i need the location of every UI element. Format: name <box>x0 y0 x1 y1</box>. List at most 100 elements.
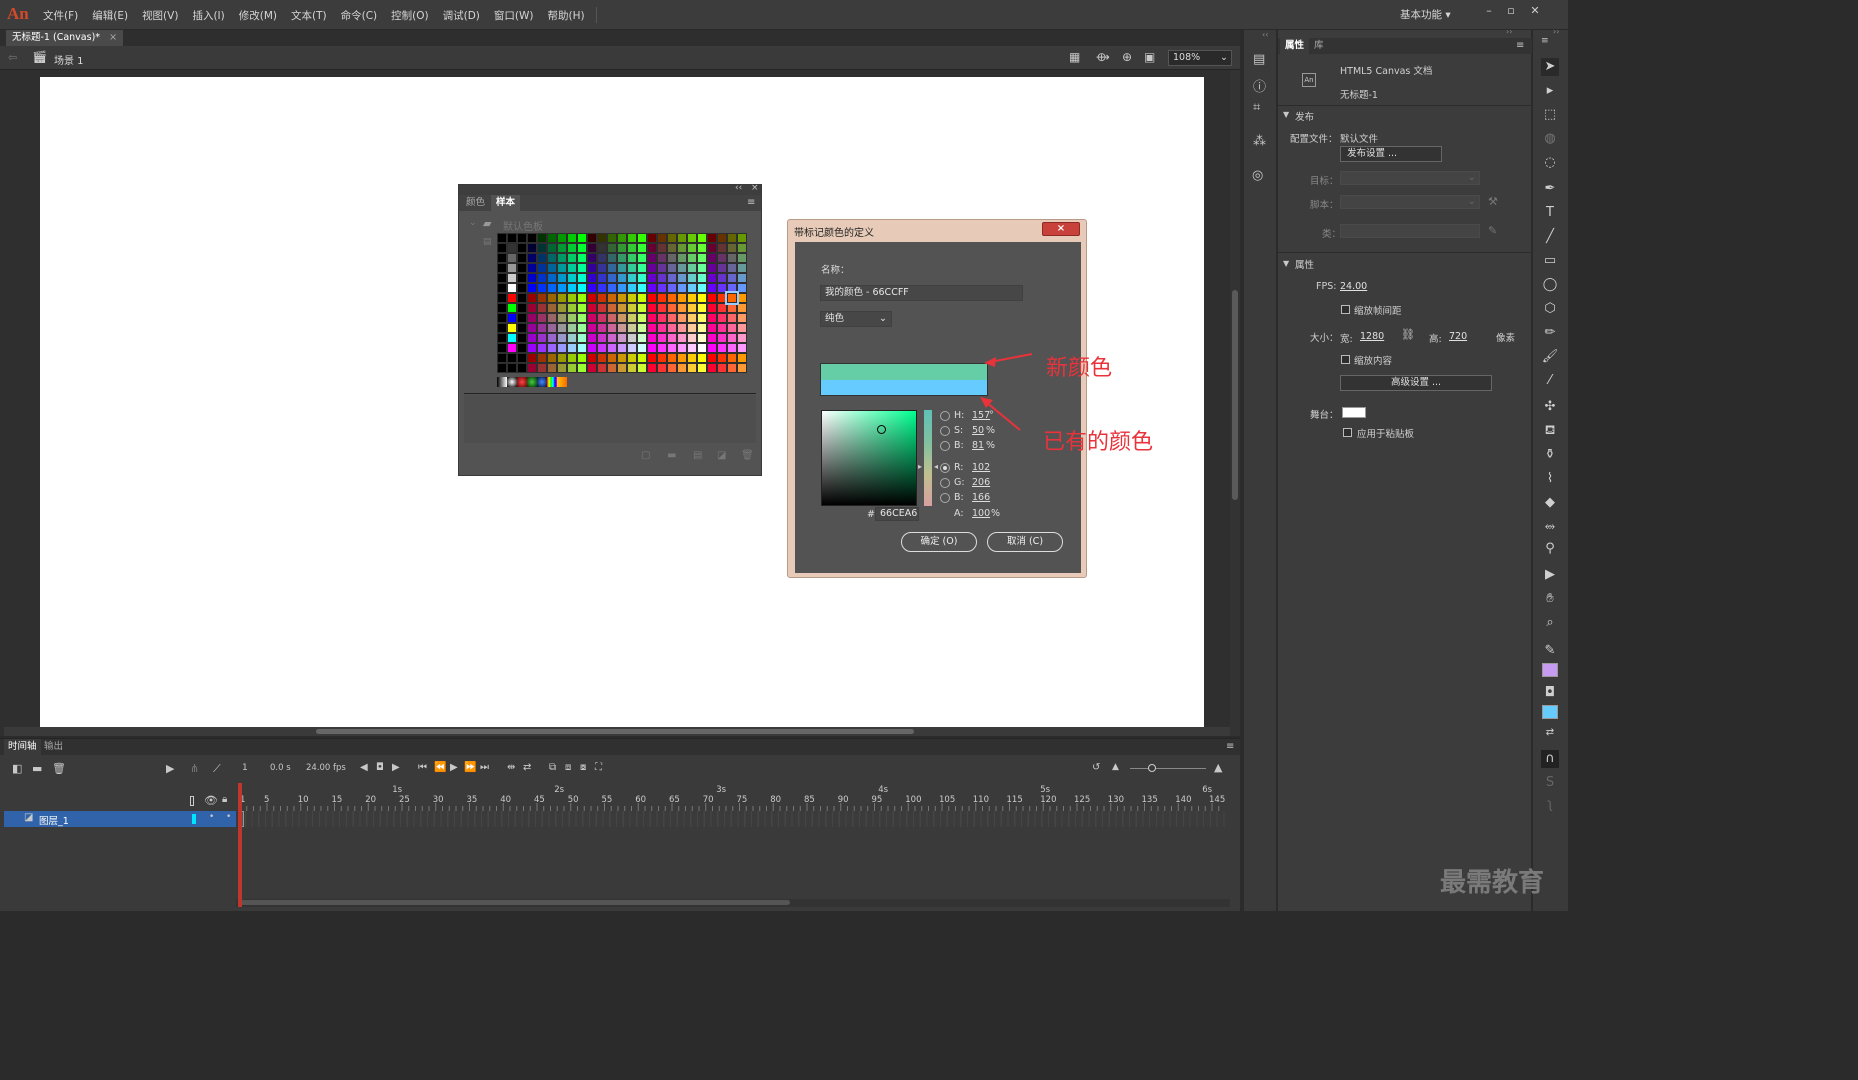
swatch-cell[interactable] <box>597 313 607 323</box>
swatch-cell[interactable] <box>737 303 747 313</box>
swatch-cell[interactable] <box>647 253 657 263</box>
swatch-cell[interactable] <box>607 333 617 343</box>
swatch-cell[interactable] <box>707 233 717 243</box>
menu-insert[interactable]: 插入(I) <box>185 8 231 23</box>
swatch-cell[interactable] <box>697 323 707 333</box>
apply-pasteboard-checkbox[interactable] <box>1343 428 1352 437</box>
swatch-cell[interactable] <box>727 333 737 343</box>
swatch-cell[interactable] <box>707 273 717 283</box>
swatch-cell[interactable] <box>717 323 727 333</box>
swatch-cell[interactable] <box>637 263 647 273</box>
swatch-cell[interactable] <box>647 263 657 273</box>
swatch-cell[interactable] <box>577 353 587 363</box>
swatch-cell[interactable] <box>517 293 527 303</box>
swatch-cell[interactable] <box>497 243 507 253</box>
swatch-cell[interactable] <box>527 323 537 333</box>
swatch-cell[interactable] <box>647 303 657 313</box>
swatch-cell[interactable] <box>727 303 737 313</box>
swatch-cell[interactable] <box>677 353 687 363</box>
swatch-cell[interactable] <box>697 363 707 373</box>
swatch-cell[interactable] <box>667 283 677 293</box>
lasso-icon[interactable]: ◌ <box>1541 154 1559 172</box>
swatch-cell[interactable] <box>727 313 737 323</box>
swatch-cell[interactable] <box>687 243 697 253</box>
edit-multiple-icon[interactable]: ⧇ <box>580 762 586 773</box>
swatch-cell[interactable] <box>637 233 647 243</box>
swatch-cell[interactable] <box>587 333 597 343</box>
maximize-icon[interactable]: ▫ <box>1500 4 1522 18</box>
swatch-cell[interactable] <box>677 293 687 303</box>
swatch-cell[interactable] <box>497 263 507 273</box>
swatch-cell[interactable] <box>557 343 567 353</box>
swatch-cell[interactable] <box>697 253 707 263</box>
swatch-cell[interactable] <box>567 293 577 303</box>
swatch-cell[interactable] <box>737 323 747 333</box>
swatch-cell[interactable] <box>547 263 557 273</box>
target-select[interactable]: ⌄ <box>1340 171 1480 185</box>
swatch-cell[interactable] <box>697 233 707 243</box>
swatch-cell[interactable] <box>567 283 577 293</box>
swatch-cell[interactable] <box>537 273 547 283</box>
swatch-cell[interactable] <box>557 333 567 343</box>
swatch-cell[interactable] <box>707 263 717 273</box>
swatch-cell[interactable] <box>597 263 607 273</box>
swatch-cell[interactable] <box>547 363 557 373</box>
tab-output[interactable]: 输出 <box>44 739 63 755</box>
swatch-cell[interactable] <box>497 303 507 313</box>
swatch-cell[interactable] <box>547 343 557 353</box>
swatch-cell[interactable] <box>597 353 607 363</box>
swatch-cell[interactable] <box>597 323 607 333</box>
swatch-cell[interactable] <box>637 293 647 303</box>
swatch-cell[interactable] <box>517 243 527 253</box>
swatch-cell[interactable] <box>667 253 677 263</box>
swatch-cell[interactable] <box>677 333 687 343</box>
swatch-cell[interactable] <box>617 283 627 293</box>
swatch-cell[interactable] <box>587 253 597 263</box>
blue-value[interactable]: 166 <box>972 492 990 503</box>
playhead[interactable] <box>238 783 242 907</box>
radio-blue[interactable] <box>940 493 950 503</box>
swatch-cell[interactable] <box>657 233 667 243</box>
swatch-cell[interactable] <box>567 263 577 273</box>
paint-brush-icon[interactable]: 🖌︎ <box>1541 348 1559 366</box>
swatch-cell[interactable] <box>697 263 707 273</box>
swatch-cell[interactable] <box>617 253 627 263</box>
swatch-cell[interactable] <box>517 233 527 243</box>
swatch-cell[interactable] <box>497 333 507 343</box>
swatch-cell[interactable] <box>707 353 717 363</box>
layer-name[interactable]: 图层_1 <box>39 813 69 827</box>
swatch-cell[interactable] <box>537 363 547 373</box>
menu-commands[interactable]: 命令(C) <box>334 8 385 23</box>
swatch-cell[interactable] <box>557 323 567 333</box>
swatch-cell[interactable] <box>707 323 717 333</box>
swatch-cell[interactable] <box>527 303 537 313</box>
swatch-cell[interactable] <box>597 303 607 313</box>
height-value[interactable]: 720 <box>1449 331 1467 342</box>
hand-tool-icon[interactable]: ✋︎ <box>1541 590 1559 608</box>
swatch-cell[interactable] <box>567 313 577 323</box>
swatch-cell[interactable] <box>567 243 577 253</box>
swatch-cell[interactable] <box>577 233 587 243</box>
stroke-color-icon[interactable]: ✎ <box>1541 642 1559 660</box>
current-frame[interactable]: 1 <box>242 763 248 773</box>
edit-scene-icon[interactable]: ▦ <box>1069 50 1080 64</box>
swatch-cell[interactable] <box>587 363 597 373</box>
swatch-cell[interactable] <box>717 363 727 373</box>
scale-spans-checkbox[interactable] <box>1341 305 1350 314</box>
swatch-cell[interactable] <box>527 353 537 363</box>
color-type-select[interactable]: 纯色 ⌄ <box>820 311 892 327</box>
swatch-cell[interactable] <box>587 293 597 303</box>
swatch-cell[interactable] <box>587 313 597 323</box>
swatch-cell[interactable] <box>537 303 547 313</box>
zoom-out-icon[interactable]: ▲ <box>1112 762 1119 772</box>
swatch-cell[interactable] <box>557 363 567 373</box>
scene-label[interactable]: 场景 1 <box>54 52 84 67</box>
dialog-close-button[interactable]: × <box>1042 222 1080 236</box>
radio-g[interactable] <box>940 478 950 488</box>
swatch-cell[interactable] <box>587 303 597 313</box>
swatch-cell[interactable] <box>687 353 697 363</box>
pencil-tool-icon[interactable]: ✏ <box>1541 324 1559 342</box>
swatch-cell[interactable] <box>527 333 537 343</box>
swatch-cell[interactable] <box>627 363 637 373</box>
onion-outline-icon[interactable]: ⧈ <box>565 762 571 773</box>
